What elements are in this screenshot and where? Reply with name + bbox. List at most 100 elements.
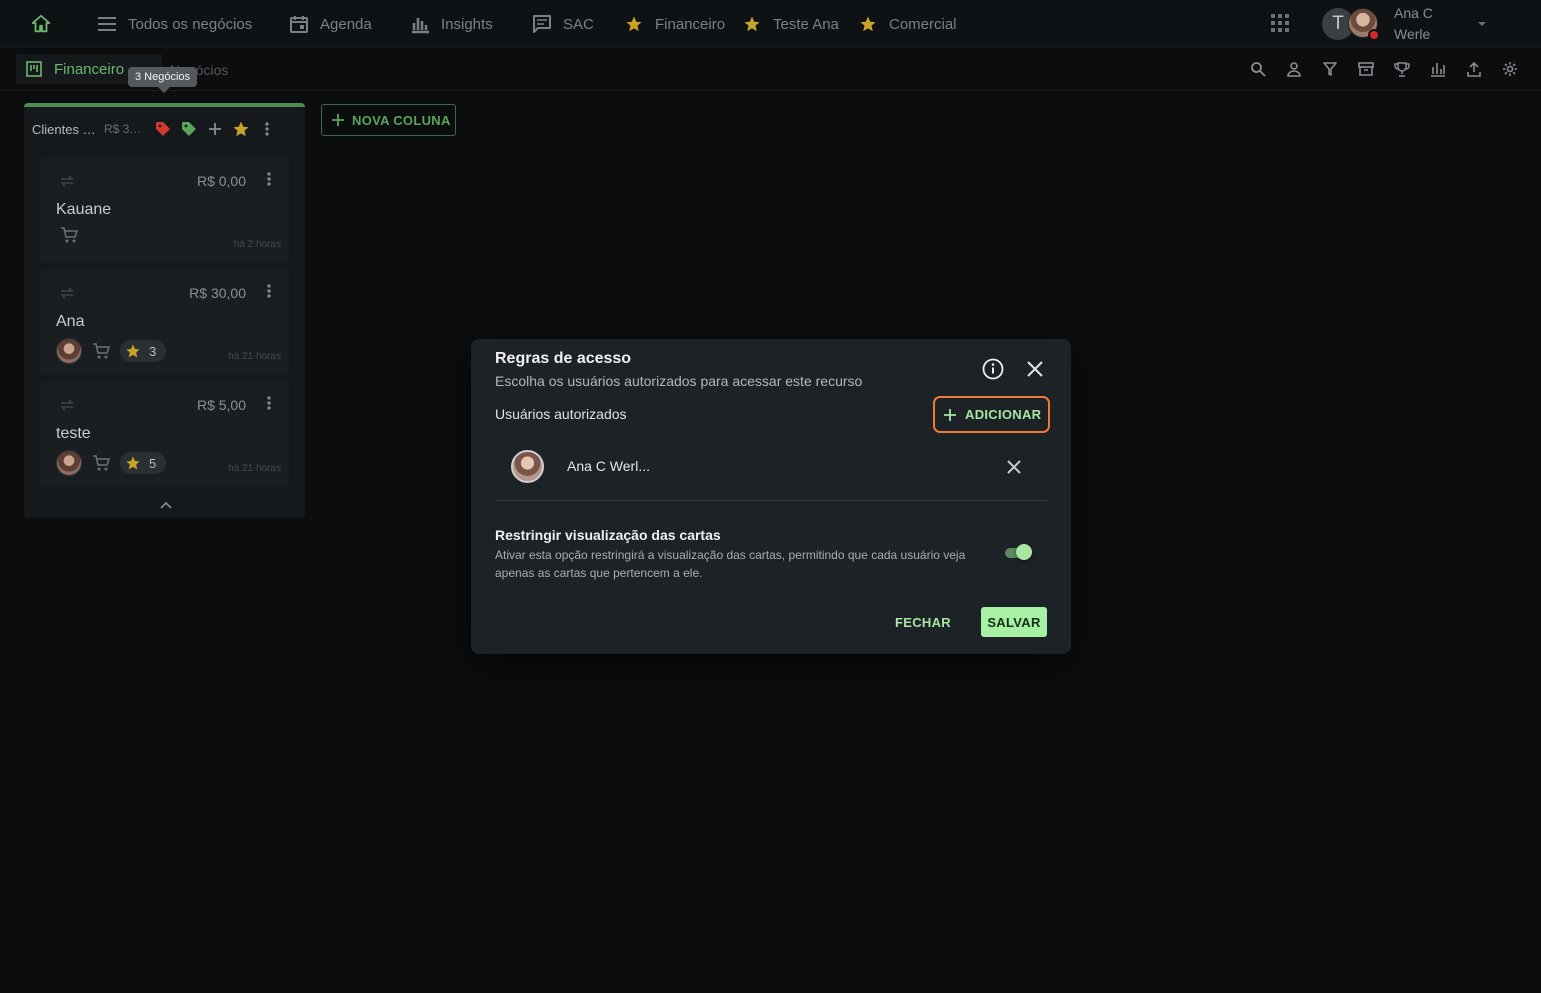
deal-name: teste — [56, 425, 91, 442]
new-column-label: NOVA COLUNA — [352, 112, 451, 128]
restrict-description: Ativar esta opção restringirá a visualiz… — [495, 548, 966, 580]
nav-item-label: Todos os negócios — [128, 15, 253, 33]
menu-icon — [96, 13, 118, 35]
trophy-icon[interactable] — [1393, 60, 1411, 78]
tag-green-icon[interactable] — [180, 120, 198, 138]
deal-card[interactable]: R$ 30,00 Ana 3 há 21 horas — [40, 270, 289, 374]
dialog-title: Regras de acesso — [495, 350, 632, 367]
add-card-icon[interactable] — [206, 120, 224, 138]
new-column-button[interactable]: NOVA COLUNA — [321, 104, 456, 136]
close-icon[interactable] — [1025, 359, 1045, 379]
tag-red-icon[interactable] — [154, 120, 172, 138]
star-icon[interactable] — [232, 120, 250, 138]
deal-card[interactable]: R$ 0,00 Kauane há 2 horas — [40, 158, 289, 262]
home-icon[interactable] — [30, 13, 52, 35]
star-rating-chip: 3 — [120, 340, 167, 362]
archive-icon[interactable] — [1357, 60, 1375, 78]
deal-time: há 2 horas — [233, 239, 281, 250]
deal-count-tooltip: 3 Negócios — [128, 67, 198, 93]
star-count: 5 — [149, 455, 157, 471]
column-title[interactable]: Clientes 1... — [32, 122, 96, 137]
bar-chart-icon[interactable] — [1429, 60, 1447, 78]
nav-item-sac[interactable]: SAC — [531, 12, 594, 36]
more-vert-icon[interactable] — [267, 172, 271, 186]
cart-icon — [92, 454, 110, 472]
user-name[interactable]: Ana C Werle — [1394, 3, 1454, 45]
plus-icon — [332, 114, 344, 126]
close-button[interactable]: FECHAR — [889, 607, 957, 637]
person-icon[interactable] — [1285, 60, 1303, 78]
save-button[interactable]: SALVAR — [981, 607, 1047, 637]
card-footer: 3 — [56, 338, 167, 364]
repeat-icon — [58, 398, 76, 412]
deal-card[interactable]: R$ 5,00 teste 5 há 21 horas — [40, 382, 289, 486]
nav-item-label: Teste Ana — [773, 15, 839, 33]
nav-item-teste-ana[interactable]: Teste Ana — [741, 12, 839, 36]
avatar — [56, 338, 82, 364]
restrict-toggle[interactable] — [1005, 544, 1032, 560]
plus-icon — [944, 408, 956, 421]
star-icon — [741, 13, 763, 35]
top-navbar: Todos os negócios Agenda Insights SAC Fi… — [0, 0, 1541, 48]
avatar — [511, 450, 544, 483]
chat-icon — [531, 13, 553, 35]
nav-item-financeiro[interactable]: Financeiro — [623, 12, 725, 36]
dialog-subtitle: Escolha os usuários autorizados para ace… — [495, 373, 863, 389]
board-tab-label: Financeiro — [54, 60, 125, 78]
star-rating-chip: 5 — [120, 452, 167, 474]
deal-time: há 21 horas — [228, 463, 281, 474]
nav-item-label: Insights — [441, 15, 493, 33]
chevron-down-icon[interactable] — [1476, 18, 1488, 30]
column-header: Clientes 1... R$ 35,... — [24, 107, 305, 151]
deal-time: há 21 horas — [228, 351, 281, 362]
star-icon — [125, 455, 141, 471]
nav-item-comercial[interactable]: Comercial — [857, 12, 957, 36]
cart-icon — [60, 226, 78, 244]
toggle-thumb — [1016, 544, 1032, 560]
chevron-up-icon[interactable] — [160, 501, 172, 509]
deal-amount: R$ 5,00 — [196, 397, 246, 413]
avatar — [56, 450, 82, 476]
star-icon — [125, 343, 141, 359]
cart-icon — [92, 342, 110, 360]
star-count: 3 — [149, 343, 157, 359]
more-vert-icon[interactable] — [267, 284, 271, 298]
remove-user-icon[interactable] — [1004, 457, 1024, 477]
nav-item-agenda[interactable]: Agenda — [288, 12, 372, 36]
repeat-icon — [58, 286, 76, 300]
authorized-user-name: Ana C Werl... — [567, 458, 650, 474]
nav-item-label: Financeiro — [655, 15, 726, 33]
upload-icon[interactable] — [1465, 60, 1483, 78]
nav-item-todos-negocios[interactable]: Todos os negócios — [96, 12, 252, 36]
apps-grid-icon[interactable] — [1270, 13, 1292, 35]
bar-chart-icon — [409, 13, 431, 35]
access-rules-dialog: Regras de acesso Escolha os usuários aut… — [471, 339, 1071, 654]
gear-icon[interactable] — [1501, 60, 1519, 78]
kanban-icon — [26, 61, 42, 77]
nav-item-label: Agenda — [320, 15, 372, 33]
add-user-label: ADICIONAR — [965, 407, 1042, 422]
authorized-users-label: Usuários autorizados — [495, 406, 627, 422]
nav-item-label: SAC — [563, 15, 594, 33]
authorized-user-row: Ana C Werl... — [495, 445, 1047, 501]
deal-amount: R$ 0,00 — [196, 173, 246, 189]
more-vert-icon[interactable] — [258, 120, 276, 138]
more-vert-icon[interactable] — [267, 396, 271, 410]
deal-name: Ana — [56, 313, 85, 330]
info-icon[interactable] — [982, 358, 1004, 380]
deal-amount: R$ 30,00 — [189, 285, 246, 301]
calendar-icon — [288, 13, 310, 35]
status-dot — [1368, 29, 1380, 41]
repeat-icon — [58, 174, 76, 188]
search-icon[interactable] — [1249, 60, 1267, 78]
kanban-column: Clientes 1... R$ 35,... R$ 0,00 Kauane h… — [24, 103, 305, 518]
column-total: R$ 35,... — [104, 122, 146, 136]
nav-item-label: Comercial — [889, 15, 957, 33]
filter-icon[interactable] — [1321, 60, 1339, 78]
nav-item-insights[interactable]: Insights — [409, 12, 493, 36]
add-user-button[interactable]: ADICIONAR — [933, 396, 1050, 433]
board-actions — [1249, 60, 1519, 78]
star-icon — [623, 13, 645, 35]
deal-name: Kauane — [56, 201, 112, 218]
restrict-title: Restringir visualização das cartas — [495, 527, 721, 543]
